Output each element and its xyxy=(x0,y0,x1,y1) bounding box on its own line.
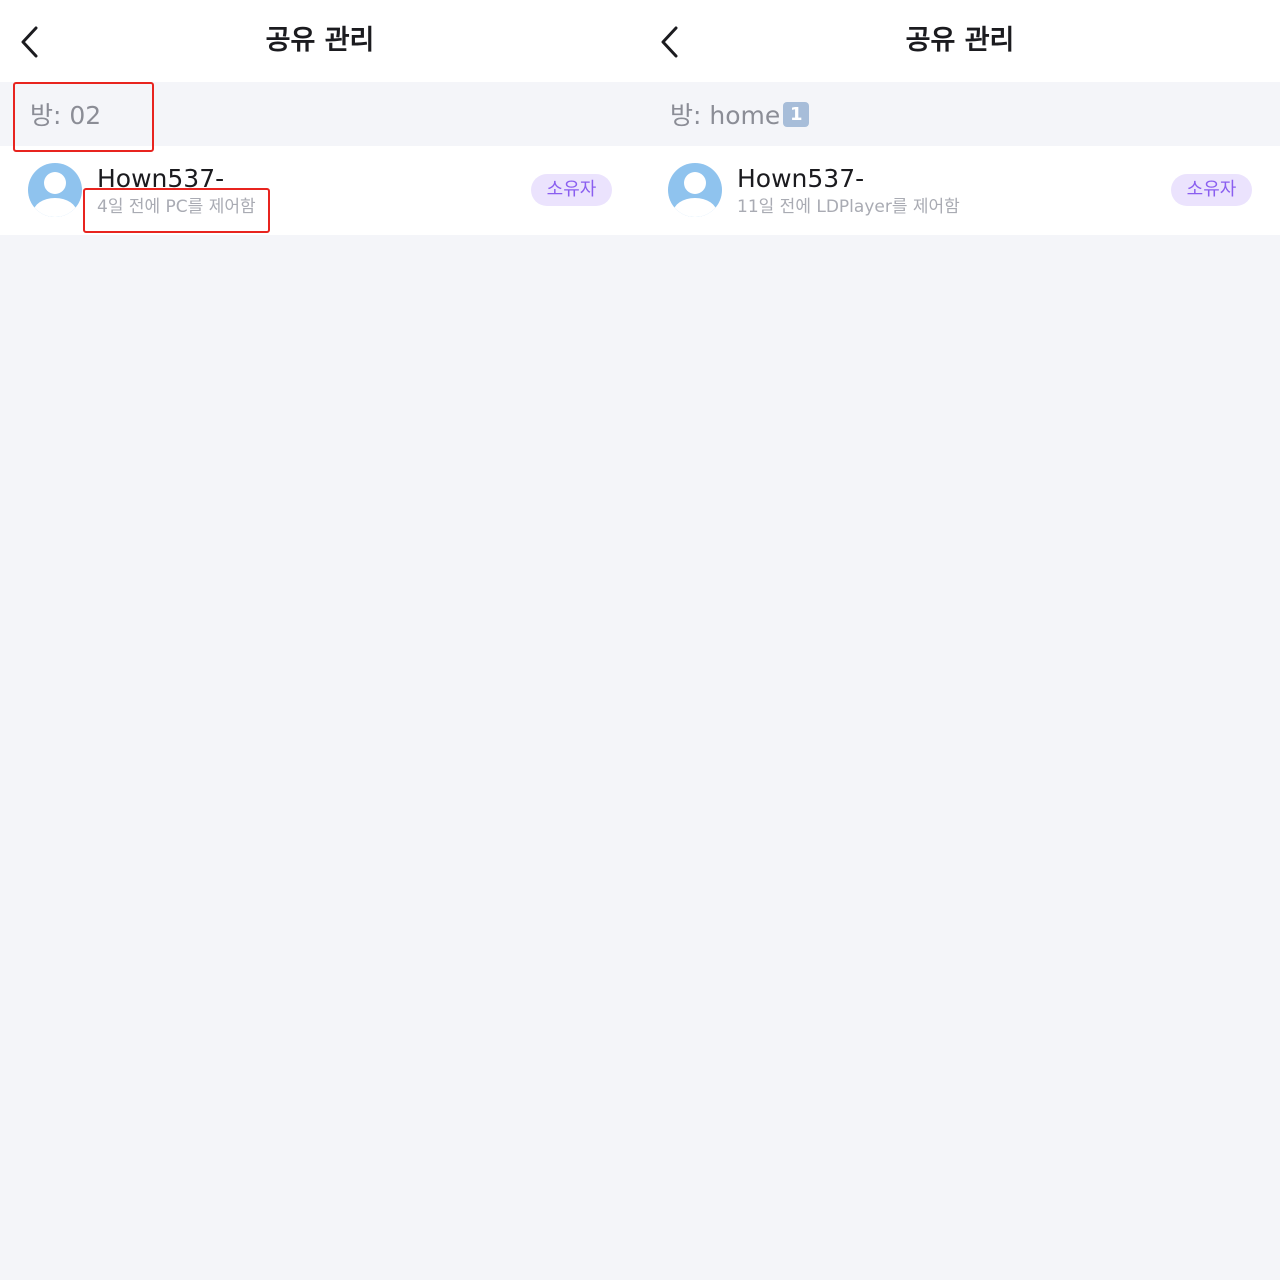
room-count-badge: 1 xyxy=(783,101,810,127)
user-avatar-icon xyxy=(28,163,82,217)
member-list-item[interactable]: Hown537- 4일 전에 PC를 제어함 소유자 xyxy=(0,146,640,235)
member-last-activity: 11일 전에 LDPlayer를 제어함 xyxy=(737,197,960,217)
room-label: 방: home xyxy=(670,101,781,130)
chevron-left-icon xyxy=(661,26,678,58)
member-name: Hown537- xyxy=(97,164,225,193)
room-header: 방: home 1 xyxy=(640,82,1280,146)
role-badge: 소유자 xyxy=(1171,174,1252,206)
share-management-panel-right: 공유 관리 방: home 1 Hown537- 11일 전에 LDPlayer… xyxy=(640,0,1280,1280)
top-bar: 공유 관리 xyxy=(0,0,640,82)
member-last-activity: 4일 전에 PC를 제어함 xyxy=(97,197,256,217)
room-label: 방: 02 xyxy=(30,101,102,130)
room-label-line: 방: 02 xyxy=(30,82,101,146)
chevron-left-icon xyxy=(21,26,38,58)
back-button[interactable] xyxy=(10,20,50,64)
room-label-line: 방: home 1 xyxy=(670,82,810,146)
member-list-item[interactable]: Hown537- 11일 전에 LDPlayer를 제어함 소유자 xyxy=(640,146,1280,235)
top-bar: 공유 관리 xyxy=(640,0,1280,82)
member-name: Hown537- xyxy=(737,164,865,193)
room-header: 방: 02 xyxy=(0,82,640,146)
page-title: 공유 관리 xyxy=(905,25,1015,56)
page-title: 공유 관리 xyxy=(265,25,375,56)
back-button[interactable] xyxy=(650,20,690,64)
share-management-panel-left: 공유 관리 방: 02 Hown537- 4일 전에 PC를 제어함 소유자 xyxy=(0,0,640,1280)
role-badge: 소유자 xyxy=(531,174,612,206)
user-avatar-icon xyxy=(668,163,722,217)
